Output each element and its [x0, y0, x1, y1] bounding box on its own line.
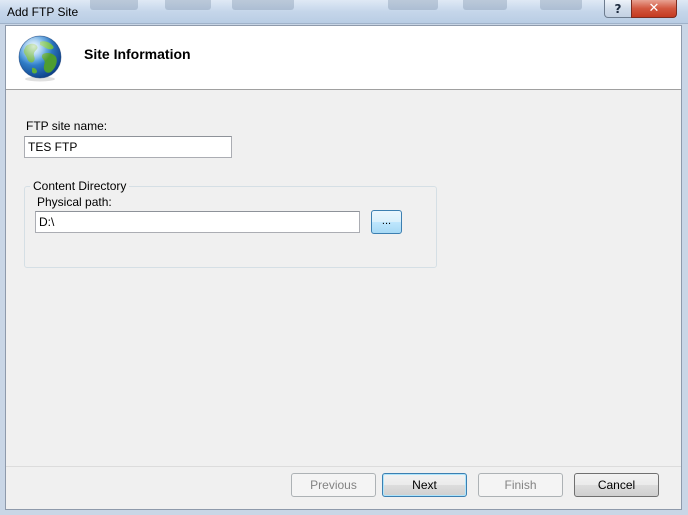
wizard-header: Site Information [6, 26, 681, 90]
add-ftp-site-dialog: Site Information FTP site name: TES FTP … [5, 25, 682, 510]
ftp-site-name-input[interactable]: TES FTP [24, 136, 232, 158]
background-item [463, 0, 507, 10]
physical-path-input[interactable]: D:\ [35, 211, 360, 233]
next-button[interactable]: Next [382, 473, 467, 497]
background-item [388, 0, 438, 10]
help-button[interactable]: ? [604, 0, 632, 18]
footer-divider [6, 466, 681, 467]
physical-path-label: Physical path: [37, 195, 112, 209]
help-icon: ? [614, 1, 622, 16]
previous-button[interactable]: Previous [291, 473, 376, 497]
close-icon: ✕ [648, 1, 660, 16]
background-item [90, 0, 138, 10]
title-bar: Add FTP Site ? ✕ [0, 0, 688, 24]
globe-icon [18, 35, 62, 82]
finish-button[interactable]: Finish [478, 473, 563, 497]
browse-button[interactable]: ... [371, 210, 402, 234]
content-directory-legend: Content Directory [30, 179, 130, 193]
background-item [165, 0, 211, 10]
background-item [232, 0, 294, 10]
close-button[interactable]: ✕ [631, 0, 677, 18]
background-item [540, 0, 582, 10]
cancel-button[interactable]: Cancel [574, 473, 659, 497]
background-window-strip [0, 0, 688, 14]
ftp-site-name-label: FTP site name: [26, 119, 108, 133]
window-title: Add FTP Site [7, 5, 79, 19]
page-title: Site Information [84, 46, 191, 62]
